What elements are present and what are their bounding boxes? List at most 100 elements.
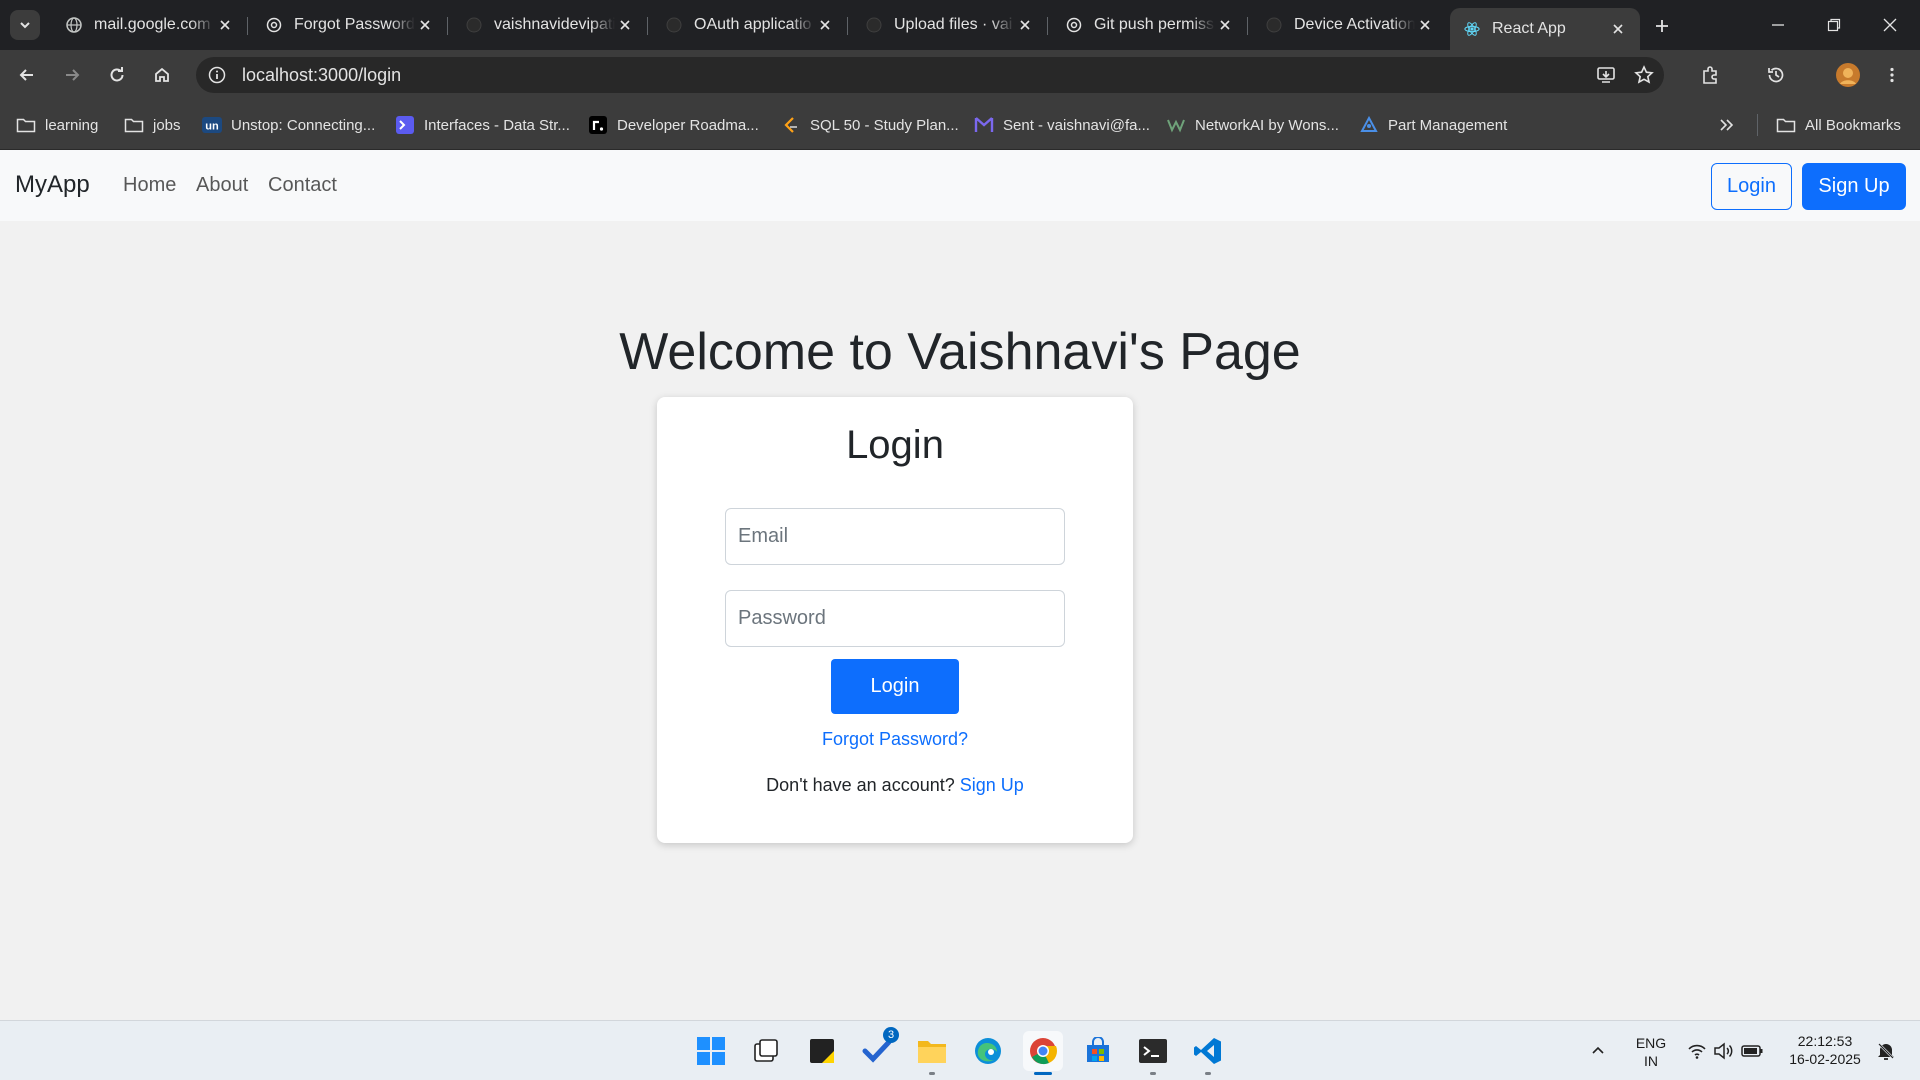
extensions-button[interactable] — [1694, 59, 1726, 91]
browser-tab-strip: mail.google.com Forgot Password vaishnav… — [0, 0, 1920, 50]
site-info-icon[interactable] — [206, 64, 228, 86]
tab-separator — [447, 17, 448, 35]
signup-link[interactable]: Sign Up — [960, 775, 1024, 795]
edge-icon — [975, 1038, 1001, 1064]
github-icon — [1266, 17, 1282, 33]
tab-git-push[interactable]: Git push permiss — [1052, 8, 1248, 42]
bookmark-sql50[interactable]: SQL 50 - Study Plan... — [781, 114, 959, 136]
all-bookmarks[interactable]: All Bookmarks — [1776, 114, 1901, 136]
new-tab-button[interactable] — [1648, 12, 1676, 40]
history-button[interactable] — [1760, 59, 1792, 91]
close-window-button[interactable] — [1862, 0, 1918, 50]
file-explorer-button[interactable] — [912, 1031, 952, 1075]
tab-search-button[interactable] — [10, 10, 40, 40]
bookmark-label: jobs — [153, 116, 181, 134]
nav-link-contact[interactable]: Contact — [268, 174, 337, 197]
reload-button[interactable] — [101, 59, 133, 91]
tab-forgot-password[interactable]: Forgot Password — [252, 8, 448, 42]
task-view-button[interactable] — [746, 1031, 786, 1071]
login-submit-button[interactable]: Login — [831, 659, 959, 714]
bookmark-networkai[interactable]: NetworkAI by Wons... — [1166, 114, 1339, 136]
notifications-button[interactable] — [1870, 1035, 1902, 1067]
close-icon[interactable] — [215, 15, 235, 35]
close-icon[interactable] — [1215, 15, 1235, 35]
browser-toolbar: localhost:3000/login — [0, 50, 1920, 100]
start-button[interactable] — [691, 1031, 731, 1071]
tab-github-profile[interactable]: vaishnavidevipati — [452, 8, 648, 42]
edge-button[interactable] — [968, 1031, 1008, 1071]
tab-device-activation[interactable]: Device Activation — [1252, 8, 1447, 42]
quick-settings-button[interactable] — [1682, 1035, 1768, 1067]
bookmarks-divider — [1757, 114, 1758, 136]
tab-title: React App — [1492, 20, 1566, 37]
bookmark-jobs[interactable]: jobs — [124, 114, 181, 136]
bookmark-learning[interactable]: learning — [16, 114, 98, 136]
no-account-text: Don't have an account? — [766, 775, 955, 795]
login-title: Login — [846, 423, 944, 467]
close-icon[interactable] — [1415, 15, 1435, 35]
react-icon — [1464, 21, 1480, 37]
bookmark-interfaces[interactable]: Interfaces - Data Str... — [395, 114, 570, 136]
tab-separator — [1247, 17, 1248, 35]
svg-text:un: un — [205, 121, 219, 133]
tab-mail[interactable]: mail.google.com — [52, 8, 248, 42]
bookmark-label: Interfaces - Data Str... — [424, 116, 570, 134]
bookmark-developer-roadmap[interactable]: Developer Roadma... — [588, 114, 759, 136]
login-card: Login Login Forgot Password? Don't have … — [657, 397, 1133, 843]
restore-button[interactable] — [1806, 0, 1862, 50]
navbar-signup-button[interactable]: Sign Up — [1802, 163, 1906, 210]
tab-upload-files[interactable]: Upload files · vai — [852, 8, 1048, 42]
nav-link-home[interactable]: Home — [123, 174, 176, 197]
close-icon[interactable] — [415, 15, 435, 35]
nav-link-about[interactable]: About — [196, 174, 248, 197]
navbar-login-button[interactable]: Login — [1711, 163, 1792, 210]
todo-badge: 3 — [883, 1027, 899, 1043]
github-icon — [866, 17, 882, 33]
bookmark-label: Part Management — [1388, 116, 1508, 134]
chevron-up-icon — [1592, 1046, 1604, 1054]
email-field[interactable] — [725, 508, 1065, 565]
clock-time: 22:12:53 — [1797, 1033, 1853, 1049]
mail-icon — [974, 116, 994, 134]
sticky-notes-button[interactable] — [802, 1031, 842, 1071]
globe-icon — [66, 17, 82, 33]
install-app-icon[interactable] — [1592, 61, 1620, 89]
password-field[interactable] — [725, 590, 1065, 647]
tab-react-app[interactable]: React App — [1450, 8, 1640, 50]
input-language-indicator[interactable]: ENG IN — [1630, 1034, 1672, 1070]
terminal-button[interactable] — [1133, 1031, 1173, 1075]
chrome-button[interactable] — [1023, 1031, 1063, 1075]
bookmark-unstop[interactable]: un Unstop: Connecting... — [202, 114, 375, 136]
back-button[interactable] — [11, 59, 43, 91]
clock[interactable]: 22:12:53 16-02-2025 — [1782, 1032, 1868, 1068]
minimize-button[interactable] — [1750, 0, 1806, 50]
profile-avatar[interactable] — [1832, 59, 1864, 91]
todo-app-button[interactable]: 3 — [857, 1027, 899, 1071]
browser-menu-button[interactable] — [1876, 59, 1908, 91]
tab-separator — [847, 17, 848, 35]
microsoft-store-button[interactable] — [1078, 1031, 1118, 1071]
home-button[interactable] — [146, 59, 178, 91]
bookmark-part-management[interactable]: Part Management — [1359, 114, 1507, 136]
bookmark-sent-mail[interactable]: Sent - vaishnavi@fa... — [974, 114, 1150, 136]
bookmark-label: Sent - vaishnavi@fa... — [1003, 116, 1150, 134]
navbar-brand[interactable]: MyApp — [15, 171, 90, 199]
forgot-password-link-text[interactable]: Forgot Password? — [822, 729, 968, 749]
forward-button[interactable] — [56, 59, 88, 91]
volume-icon — [1714, 1042, 1733, 1060]
vscode-button[interactable] — [1188, 1031, 1228, 1075]
close-icon[interactable] — [815, 15, 835, 35]
close-icon[interactable] — [1015, 15, 1035, 35]
address-bar[interactable]: localhost:3000/login — [196, 57, 1664, 93]
close-icon[interactable] — [1608, 19, 1628, 39]
close-icon[interactable] — [615, 15, 635, 35]
leetcode-icon — [781, 116, 801, 134]
show-hidden-icons-button[interactable] — [1582, 1035, 1614, 1067]
avatar-icon — [1836, 63, 1860, 87]
bookmark-star-icon[interactable] — [1630, 61, 1658, 89]
url-text[interactable]: localhost:3000/login — [242, 65, 401, 86]
bookmarks-overflow-button[interactable] — [1718, 114, 1734, 136]
running-indicator — [1205, 1072, 1211, 1075]
roadmap-icon — [588, 116, 608, 134]
tab-oauth[interactable]: OAuth applicatio — [652, 8, 848, 42]
